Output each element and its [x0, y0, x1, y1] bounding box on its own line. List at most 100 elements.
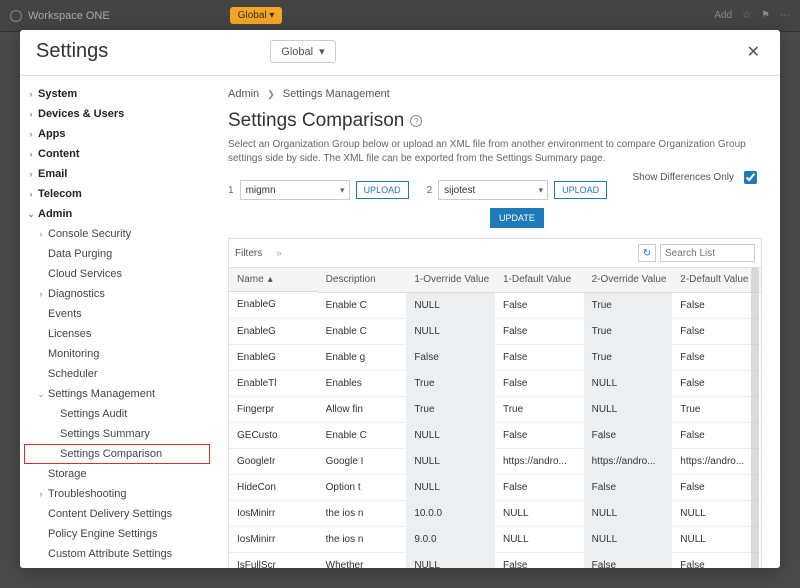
table-cell: Option t: [318, 474, 407, 500]
product-name: Workspace ONE: [28, 10, 110, 22]
table-cell: EnableG: [229, 344, 318, 370]
sidebar-item-label: Storage: [48, 468, 87, 480]
background-scope-pill[interactable]: Global ▾: [230, 7, 283, 24]
bg-star-icon[interactable]: ☆: [742, 10, 751, 21]
col-header[interactable]: 2-Default Value: [672, 268, 761, 292]
sidebar-item-troubleshooting[interactable]: ›Troubleshooting: [24, 484, 210, 504]
sidebar-item-storage[interactable]: Storage: [24, 464, 210, 484]
sidebar-item-settings-audit[interactable]: Settings Audit: [24, 404, 210, 424]
sidebar-item-label: Telecom: [38, 188, 82, 200]
table-row[interactable]: EnableGEnable gFalseFalseTrueFalse: [229, 344, 761, 370]
table-cell: False: [672, 344, 761, 370]
table-cell: NULL: [406, 448, 495, 474]
show-differences-checkbox[interactable]: [744, 171, 757, 184]
table-row[interactable]: IosMinirrthe ios n9.0.0NULLNULLNULL: [229, 526, 761, 552]
sidebar-item-system[interactable]: ›System: [24, 84, 210, 104]
sidebar-item-label: Email: [38, 168, 67, 180]
sidebar-item-cloud-services[interactable]: Cloud Services: [24, 264, 210, 284]
table-row[interactable]: EnableTlEnablesTrueFalseNULLFalse: [229, 370, 761, 396]
col-header[interactable]: 2-Override Value: [584, 268, 673, 292]
background-header-right: Add ☆ ⚑ ⋯: [714, 10, 790, 21]
sidebar-item-label: Admin: [38, 208, 72, 220]
table-cell: the ios n: [318, 500, 407, 526]
picker-1-label: 1: [228, 185, 234, 196]
table-cell: NULL: [584, 526, 673, 552]
col-header[interactable]: 1-Override Value: [406, 268, 495, 292]
sidebar-item-licenses[interactable]: Licenses: [24, 324, 210, 344]
table-cell: Enables: [318, 370, 407, 396]
table-row[interactable]: EnableGEnable CNULLFalseTrueFalse: [229, 318, 761, 344]
sidebar-item-product-provisioning[interactable]: Product Provisioning: [24, 564, 210, 568]
sidebar-item-apps[interactable]: ›Apps: [24, 124, 210, 144]
sidebar-item-label: Troubleshooting: [48, 488, 126, 500]
sidebar-item-console-security[interactable]: ›Console Security: [24, 224, 210, 244]
bg-more-icon[interactable]: ⋯: [780, 10, 790, 21]
breadcrumb-item[interactable]: Settings Management: [283, 88, 390, 100]
table-cell: True: [406, 396, 495, 422]
filters-label[interactable]: Filters: [235, 248, 262, 259]
sidebar-item-label: Content: [38, 148, 80, 160]
sidebar-item-content[interactable]: ›Content: [24, 144, 210, 164]
table-cell: False: [672, 370, 761, 396]
caret-icon: ⌄: [34, 389, 48, 400]
sidebar-item-settings-management[interactable]: ⌄Settings Management: [24, 384, 210, 404]
update-button[interactable]: UPDATE: [490, 208, 544, 228]
table-row[interactable]: GoogleIrGoogle INULLhttps://andro...http…: [229, 448, 761, 474]
table-cell: Enable C: [318, 292, 407, 318]
sidebar-item-settings-comparison[interactable]: Settings Comparison: [24, 444, 210, 464]
sidebar-item-admin[interactable]: ⌄Admin: [24, 204, 210, 224]
sidebar-item-label: Scheduler: [48, 368, 98, 380]
table-cell: False: [672, 318, 761, 344]
sidebar-item-events[interactable]: Events: [24, 304, 210, 324]
sidebar-item-telecom[interactable]: ›Telecom: [24, 184, 210, 204]
grid-search-input[interactable]: [660, 244, 755, 262]
sidebar-item-settings-summary[interactable]: Settings Summary: [24, 424, 210, 444]
table-cell: IosMinirr: [229, 500, 318, 526]
col-header[interactable]: Description: [318, 268, 407, 292]
sidebar-item-email[interactable]: ›Email: [24, 164, 210, 184]
sidebar-item-monitoring[interactable]: Monitoring: [24, 344, 210, 364]
vertical-scrollbar[interactable]: [751, 267, 759, 568]
picker-2-select[interactable]: sijotest: [438, 180, 548, 200]
table-cell: True: [584, 318, 673, 344]
sidebar-item-content-delivery-settings[interactable]: Content Delivery Settings: [24, 504, 210, 524]
upload-2-button[interactable]: UPLOAD: [554, 181, 607, 199]
table-row[interactable]: GECustoEnable CNULLFalseFalseFalse: [229, 422, 761, 448]
sidebar-item-scheduler[interactable]: Scheduler: [24, 364, 210, 384]
sidebar-item-policy-engine-settings[interactable]: Policy Engine Settings: [24, 524, 210, 544]
settings-sidebar[interactable]: ›System›Devices & Users›Apps›Content›Ema…: [20, 76, 210, 568]
close-icon[interactable]: ✕: [747, 42, 760, 62]
refresh-icon[interactable]: ↻: [638, 244, 656, 262]
table-row[interactable]: FingerprAllow finTrueTrueNULLTrue: [229, 396, 761, 422]
sidebar-item-label: Monitoring: [48, 348, 99, 360]
sidebar-item-devices-users[interactable]: ›Devices & Users: [24, 104, 210, 124]
sidebar-item-custom-attribute-settings[interactable]: Custom Attribute Settings: [24, 544, 210, 564]
sidebar-item-diagnostics[interactable]: ›Diagnostics: [24, 284, 210, 304]
picker-2-label: 2: [427, 185, 433, 196]
product-logo-icon: [10, 10, 22, 22]
table-row[interactable]: IsFullScrWhetherNULLFalseFalseFalse: [229, 552, 761, 568]
upload-1-button[interactable]: UPLOAD: [356, 181, 409, 199]
table-cell: NULL: [672, 500, 761, 526]
table-cell: False: [406, 344, 495, 370]
org-scope-selector[interactable]: Global ▾: [270, 40, 335, 63]
chevron-right-icon: ❯: [267, 89, 275, 100]
sidebar-item-data-purging[interactable]: Data Purging: [24, 244, 210, 264]
table-row[interactable]: IosMinirrthe ios n10.0.0NULLNULLNULL: [229, 500, 761, 526]
picker-1-select[interactable]: migmn: [240, 180, 350, 200]
sidebar-item-label: Custom Attribute Settings: [48, 548, 172, 560]
settings-content: Admin ❯ Settings Management Settings Com…: [210, 76, 780, 568]
breadcrumb-item[interactable]: Admin: [228, 88, 259, 100]
help-icon[interactable]: ?: [410, 115, 422, 127]
table-cell: Enable g: [318, 344, 407, 370]
expand-filters-icon[interactable]: »: [276, 248, 282, 259]
table-cell: False: [672, 474, 761, 500]
col-header[interactable]: 1-Default Value: [495, 268, 584, 292]
sidebar-item-label: Settings Audit: [60, 408, 127, 420]
bg-link-add[interactable]: Add: [714, 10, 732, 21]
show-differences-toggle[interactable]: Show Differences Only: [632, 168, 760, 187]
table-row[interactable]: EnableGEnable CNULLFalseTrueFalse: [229, 292, 761, 318]
col-header[interactable]: Name ▴: [229, 268, 318, 292]
table-row[interactable]: HideConOption tNULLFalseFalseFalse: [229, 474, 761, 500]
bg-flag-icon[interactable]: ⚑: [761, 10, 770, 21]
